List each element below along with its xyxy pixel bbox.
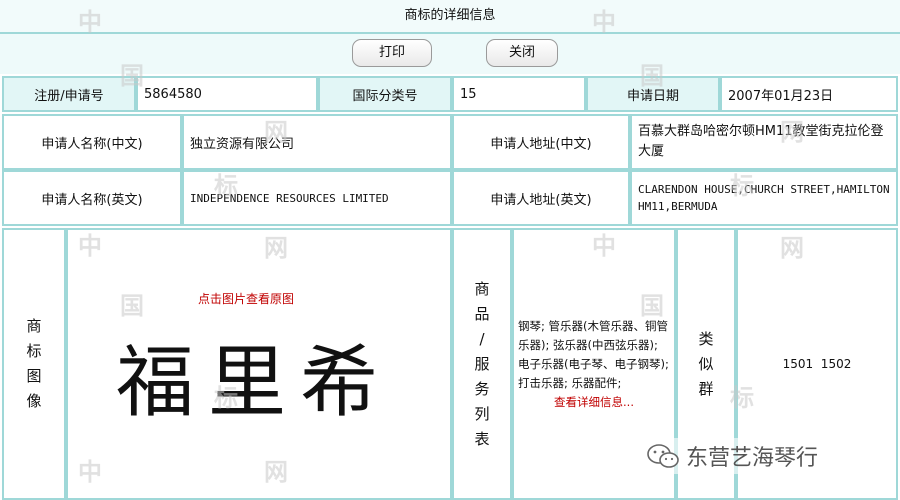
watermark-char: 中 <box>78 458 102 486</box>
applicant-addr-en-label: 申请人地址(英文) <box>452 170 630 226</box>
watermark-char: 标 <box>214 384 238 412</box>
watermark-char: 网 <box>780 234 804 262</box>
watermark-char: 国 <box>120 62 144 90</box>
applicant-addr-cn-label: 申请人地址(中文) <box>452 114 630 170</box>
print-button[interactable]: 打印 <box>352 39 432 67</box>
account-watermark: 东营艺海琴行 <box>640 438 825 474</box>
watermark-char: 国 <box>640 292 664 320</box>
watermark-char: 中 <box>78 232 102 260</box>
goods-list: 钢琴; 管乐器(木管乐器、铜管乐器); 弦乐器(中西弦乐器); 电子乐器(电子琴… <box>514 317 674 412</box>
watermark-char: 国 <box>120 292 144 320</box>
goods-label-char: / <box>479 329 485 348</box>
similar-label-char: 群 <box>698 379 714 398</box>
applicant-addr-en: CLARENDON HOUSE,CHURCH STREET,HAMILTON H… <box>630 170 898 226</box>
reg-no-value: 5864580 <box>136 76 318 112</box>
goods-text: 钢琴; 管乐器(木管乐器、铜管乐器); 弦乐器(中西弦乐器); 电子乐器(电子琴… <box>518 318 669 390</box>
goods-label-char: 服 <box>474 354 490 373</box>
mark-image-label: 商 标 图 像 <box>2 228 66 500</box>
goods-label: 商 品 / 服 务 列 表 <box>452 228 512 500</box>
watermark-char: 中 <box>592 8 616 36</box>
applicant-name-cn: 独立资源有限公司 <box>182 114 452 170</box>
click-hint-link[interactable]: 点击图片查看原图 <box>198 290 294 307</box>
applicant-name-en-label: 申请人名称(英文) <box>2 170 182 226</box>
watermark-char: 国 <box>640 62 664 90</box>
goods-label-char: 品 <box>474 304 490 323</box>
view-details-link[interactable]: 查看详细信息... <box>518 393 670 412</box>
account-name: 东营艺海琴行 <box>686 446 819 471</box>
similar-label-char: 似 <box>698 354 714 373</box>
watermark-char: 网 <box>264 118 288 146</box>
mark-image-cell: 点击图片查看原图 福里希 <box>66 228 452 500</box>
watermark-char: 中 <box>78 8 102 36</box>
watermark-char: 网 <box>264 458 288 486</box>
class-label: 国际分类号 <box>318 76 452 112</box>
window-title: 商标的详细信息 <box>0 0 900 34</box>
reg-no-label: 注册/申请号 <box>2 76 136 112</box>
applicant-addr-cn: 百慕大群岛哈密尔顿HM11教堂街克拉伦登大厦 <box>630 114 898 170</box>
mark-image[interactable]: 福里希 <box>116 320 392 432</box>
similar-label-char: 类 <box>698 329 714 348</box>
mark-image-label-char: 图 <box>26 367 42 385</box>
goods-label-char: 商 <box>474 279 490 298</box>
goods-label-char: 表 <box>474 429 490 448</box>
mark-image-label-char: 像 <box>26 392 42 410</box>
class-value: 15 <box>452 76 586 112</box>
watermark-char: 网 <box>264 234 288 262</box>
goods-label-char: 列 <box>474 404 490 423</box>
watermark-char: 标 <box>730 172 754 200</box>
goods-label-char: 务 <box>474 379 490 398</box>
applicant-name-cn-label: 申请人名称(中文) <box>2 114 182 170</box>
watermark-char: 标 <box>214 172 238 200</box>
mark-image-label-char: 标 <box>26 342 42 360</box>
mark-image-label-char: 商 <box>26 317 42 335</box>
wechat-icon <box>646 443 680 469</box>
close-button[interactable]: 关闭 <box>486 39 558 67</box>
watermark-char: 网 <box>780 118 804 146</box>
date-value: 2007年01月23日 <box>720 76 898 112</box>
watermark-char: 标 <box>730 384 754 412</box>
watermark-char: 中 <box>592 232 616 260</box>
